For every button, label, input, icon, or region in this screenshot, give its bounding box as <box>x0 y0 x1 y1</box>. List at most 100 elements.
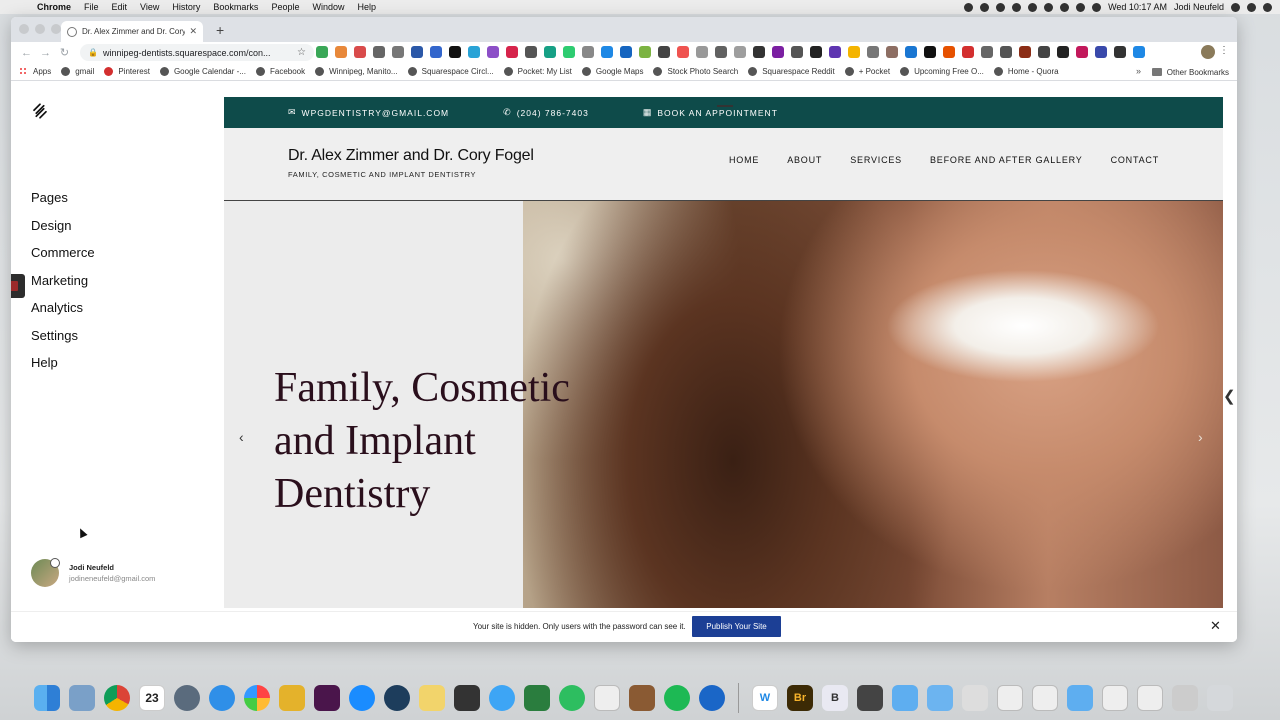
extension-icon[interactable] <box>620 46 632 58</box>
close-icon[interactable]: ✕ <box>1210 618 1221 634</box>
extension-icon[interactable] <box>962 46 974 58</box>
extension-icon[interactable] <box>582 46 594 58</box>
extension-icon[interactable] <box>658 46 670 58</box>
slide-prev-arrow-icon[interactable]: ‹ <box>239 429 244 445</box>
bookmark-apps[interactable]: Apps <box>19 67 51 76</box>
status-icon[interactable] <box>996 2 1006 12</box>
printer-icon[interactable] <box>454 685 480 711</box>
extension-icon[interactable] <box>943 46 955 58</box>
bookmark-item[interactable]: Upcoming Free O... <box>900 67 984 76</box>
extension-icon[interactable] <box>677 46 689 58</box>
trash-icon[interactable] <box>1207 685 1233 711</box>
menu-people[interactable]: People <box>271 2 299 12</box>
site-nav-home[interactable]: HOME <box>729 155 759 165</box>
site-nav-contact[interactable]: CONTACT <box>1111 155 1159 165</box>
bbedit-icon[interactable]: B <box>822 685 848 711</box>
word-icon[interactable]: W <box>752 685 778 711</box>
grid-icon[interactable] <box>1172 685 1198 711</box>
battery-icon[interactable] <box>1092 2 1102 12</box>
safari-icon[interactable] <box>209 685 235 711</box>
extension-icon[interactable] <box>924 46 936 58</box>
spotlight-icon[interactable] <box>1231 2 1240 12</box>
extension-icon[interactable] <box>1038 46 1050 58</box>
nav-design[interactable]: Design <box>31 212 95 240</box>
address-bar[interactable]: 🔒 winnipeg-dentists.squarespace.com/con.… <box>80 44 314 61</box>
extension-icon[interactable] <box>772 46 784 58</box>
topbar-email[interactable]: ✉ WPGDENTISTRY@GMAIL.COM <box>288 107 449 118</box>
nav-analytics[interactable]: Analytics <box>31 294 95 322</box>
app-store-icon[interactable] <box>349 685 375 711</box>
extension-icon[interactable] <box>335 46 347 58</box>
bookmark-item[interactable]: Squarespace Circl... <box>407 67 494 76</box>
bookmark-item[interactable]: gmail <box>61 67 94 76</box>
textedit-icon[interactable] <box>594 685 620 711</box>
menu-history[interactable]: History <box>172 2 200 12</box>
photos-icon[interactable] <box>244 685 270 711</box>
zip-icon[interactable] <box>1102 685 1128 711</box>
back-arrow-icon[interactable]: ← <box>17 47 36 59</box>
extension-icon[interactable] <box>449 46 461 58</box>
extension-icon[interactable] <box>373 46 385 58</box>
reload-icon[interactable]: ↻ <box>55 46 74 59</box>
extension-icon[interactable] <box>316 46 328 58</box>
slide-next-arrow-icon[interactable]: › <box>1198 429 1203 445</box>
menu-bookmarks[interactable]: Bookmarks <box>213 2 258 12</box>
site-nav-gallery[interactable]: BEFORE AND AFTER GALLERY <box>930 155 1083 165</box>
folder-icon[interactable] <box>892 685 918 711</box>
extension-icon[interactable] <box>354 46 366 58</box>
extension-icon[interactable] <box>715 46 727 58</box>
bluetooth-icon[interactable] <box>1060 2 1070 12</box>
jpeg-icon[interactable] <box>1137 685 1163 711</box>
status-icon[interactable] <box>964 2 974 12</box>
extension-icon[interactable] <box>1095 46 1107 58</box>
launchpad-icon[interactable] <box>174 685 200 711</box>
zoom-window-button[interactable] <box>51 24 61 34</box>
profile-avatar[interactable] <box>1201 45 1215 59</box>
extension-icon[interactable] <box>1057 46 1069 58</box>
photo-app-icon[interactable] <box>279 685 305 711</box>
extension-icon[interactable] <box>1114 46 1126 58</box>
extension-icon[interactable] <box>430 46 442 58</box>
menubar-clock[interactable]: Wed 10:17 AM <box>1108 2 1167 12</box>
menu-file[interactable]: File <box>84 2 99 12</box>
browser-tab[interactable]: Dr. Alex Zimmer and Dr. Cory F ✕ <box>61 21 203 42</box>
account-profile[interactable]: Jodi Neufeld jodineneufeld@gmail.com <box>31 558 155 587</box>
site-nav-services[interactable]: SERVICES <box>850 155 902 165</box>
user-avatar[interactable] <box>31 558 60 587</box>
site-title[interactable]: Dr. Alex Zimmer and Dr. Cory Fogel <box>288 147 534 165</box>
quicktime-icon[interactable] <box>384 685 410 711</box>
bookmark-item[interactable]: Pinterest <box>104 67 150 76</box>
folder-icon[interactable] <box>1067 685 1093 711</box>
spotify-icon[interactable] <box>664 685 690 711</box>
onepassword-icon[interactable] <box>699 685 725 711</box>
extension-icon[interactable] <box>1133 46 1145 58</box>
extension-icon[interactable] <box>468 46 480 58</box>
bookmark-item[interactable]: Home - Quora <box>993 67 1059 76</box>
status-icon[interactable] <box>1012 2 1022 12</box>
status-icon[interactable] <box>1028 2 1038 12</box>
bookmark-star-icon[interactable]: ☆ <box>297 47 306 58</box>
site-nav-about[interactable]: ABOUT <box>787 155 822 165</box>
extension-icon[interactable] <box>810 46 822 58</box>
extension-icon[interactable] <box>696 46 708 58</box>
keynote-icon[interactable] <box>524 685 550 711</box>
bookmark-item[interactable]: + Pocket <box>844 67 890 76</box>
menu-window[interactable]: Window <box>312 2 344 12</box>
evernote-icon[interactable] <box>559 685 585 711</box>
menu-help[interactable]: Help <box>357 2 376 12</box>
nav-pages[interactable]: Pages <box>31 184 95 212</box>
siri-icon[interactable] <box>1247 2 1256 12</box>
new-tab-button[interactable]: + <box>216 22 224 38</box>
extension-icon[interactable] <box>544 46 556 58</box>
topbar-appointment[interactable]: ▦ BOOK AN APPOINTMENT <box>643 107 778 118</box>
address-url[interactable]: winnipeg-dentists.squarespace.com/con... <box>103 48 297 58</box>
zip-icon[interactable] <box>1032 685 1058 711</box>
folder-icon[interactable] <box>927 685 953 711</box>
bookmark-item[interactable]: Google Maps <box>581 67 643 76</box>
calendar-icon[interactable]: 23 <box>139 685 165 711</box>
preview-drag-handle[interactable] <box>717 105 733 107</box>
extension-icon[interactable] <box>639 46 651 58</box>
menu-edit[interactable]: Edit <box>112 2 128 12</box>
chrome-icon[interactable] <box>104 685 130 711</box>
close-tab-icon[interactable]: ✕ <box>189 26 197 37</box>
